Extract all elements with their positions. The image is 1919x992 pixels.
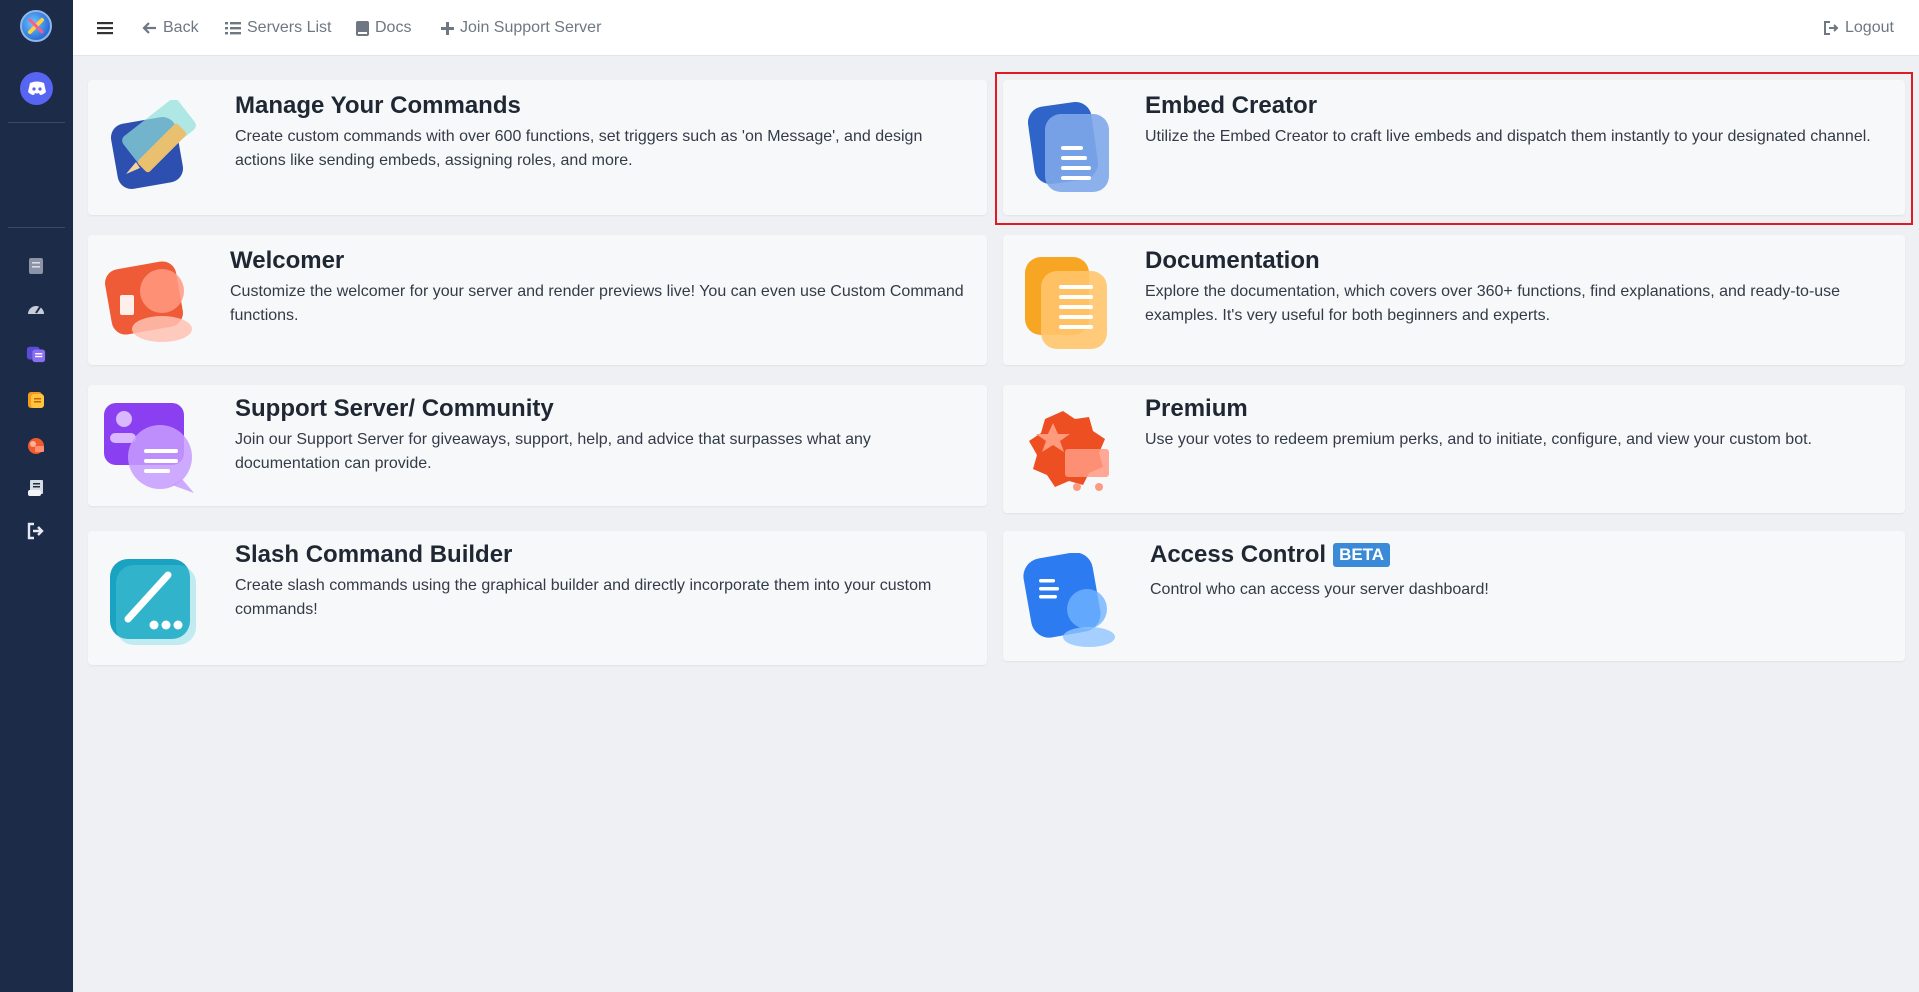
logout-link[interactable]: Logout: [1824, 17, 1894, 39]
docs-link[interactable]: Docs: [356, 17, 411, 39]
card-title: Embed Creator: [1145, 92, 1318, 119]
card-description: Join our Support Server for giveaways, s…: [235, 431, 871, 472]
app-logo-icon[interactable]: [20, 10, 52, 42]
slash-command-icon: [102, 551, 198, 647]
join-support-link[interactable]: Join Support Server: [441, 17, 601, 39]
manage-commands-card[interactable]: Manage Your Commands Create custom comma…: [88, 80, 987, 215]
scroll-icon[interactable]: [26, 478, 46, 498]
logout-label: Logout: [1845, 19, 1894, 36]
card-description: Explore the documentation, which covers …: [1145, 283, 1841, 324]
docs-icon[interactable]: [26, 390, 46, 410]
card-description: Create custom commands with over 600 fun…: [235, 128, 923, 169]
dashboard-icon[interactable]: [26, 300, 46, 320]
card-title: Documentation: [1145, 247, 1320, 274]
chat-bubbles-icon: [102, 401, 198, 497]
card-title: Premium: [1145, 395, 1248, 422]
card-title: Access Control BETA: [1150, 541, 1391, 569]
top-navbar: Back Servers List Docs Join Support Serv…: [73, 0, 1919, 56]
commands-icon[interactable]: [26, 256, 46, 276]
card-description: Use your votes to redeem premium perks, …: [1145, 431, 1812, 448]
card-description: Create slash commands using the graphica…: [235, 577, 932, 618]
beta-badge: BETA: [1333, 543, 1391, 567]
card-title: Manage Your Commands: [235, 92, 521, 119]
join-support-label: Join Support Server: [460, 19, 602, 36]
embed-icon[interactable]: [26, 344, 46, 364]
back-label: Back: [163, 19, 199, 36]
card-description: Utilize the Embed Creator to craft live …: [1145, 128, 1871, 145]
document-stack-icon: [1023, 100, 1119, 196]
card-title: Support Server/ Community: [235, 395, 554, 422]
star-badge-cart-icon: [1023, 407, 1119, 503]
premium-card[interactable]: Premium Use your votes to redeem premium…: [1003, 385, 1905, 513]
card-title: Welcomer: [230, 247, 345, 274]
card-description: Customize the welcomer for your server a…: [230, 283, 964, 324]
sidebar: [0, 0, 73, 992]
arrow-left-icon: [142, 22, 156, 34]
embed-creator-card[interactable]: Embed Creator Utilize the Embed Creator …: [1003, 80, 1905, 215]
sign-out-icon: [1824, 21, 1839, 35]
servers-list-label: Servers List: [247, 19, 332, 36]
welcomer-card[interactable]: Welcomer Customize the welcomer for your…: [88, 235, 987, 365]
sidebar-divider: [8, 227, 65, 228]
pencil-ruler-icon: [104, 98, 200, 196]
docs-label: Docs: [375, 19, 412, 36]
servers-list-link[interactable]: Servers List: [225, 17, 331, 39]
premium-icon[interactable]: [26, 436, 46, 456]
logout-icon[interactable]: [26, 521, 46, 541]
documents-icon: [1021, 255, 1117, 351]
card-description: Control who can access your server dashb…: [1150, 581, 1489, 598]
documentation-card[interactable]: Documentation Explore the documentation,…: [1003, 235, 1905, 365]
card-title: Slash Command Builder: [235, 541, 513, 568]
plus-icon: [441, 21, 454, 35]
hamburger-icon: [97, 22, 113, 35]
support-server-card[interactable]: Support Server/ Community Join our Suppo…: [88, 385, 987, 506]
slash-command-builder-card[interactable]: Slash Command Builder Create slash comma…: [88, 531, 987, 665]
back-link[interactable]: Back: [142, 17, 199, 39]
list-icon: [225, 22, 241, 35]
sidebar-divider: [8, 122, 65, 123]
welcome-card-icon: [102, 255, 198, 351]
access-control-card[interactable]: Access Control BETA Control who can acce…: [1003, 531, 1905, 661]
discord-icon[interactable]: [20, 72, 53, 105]
access-document-icon: [1023, 552, 1119, 649]
card-title-text: Access Control: [1150, 541, 1327, 568]
book-icon: [356, 20, 369, 36]
menu-toggle-button[interactable]: [97, 17, 113, 39]
